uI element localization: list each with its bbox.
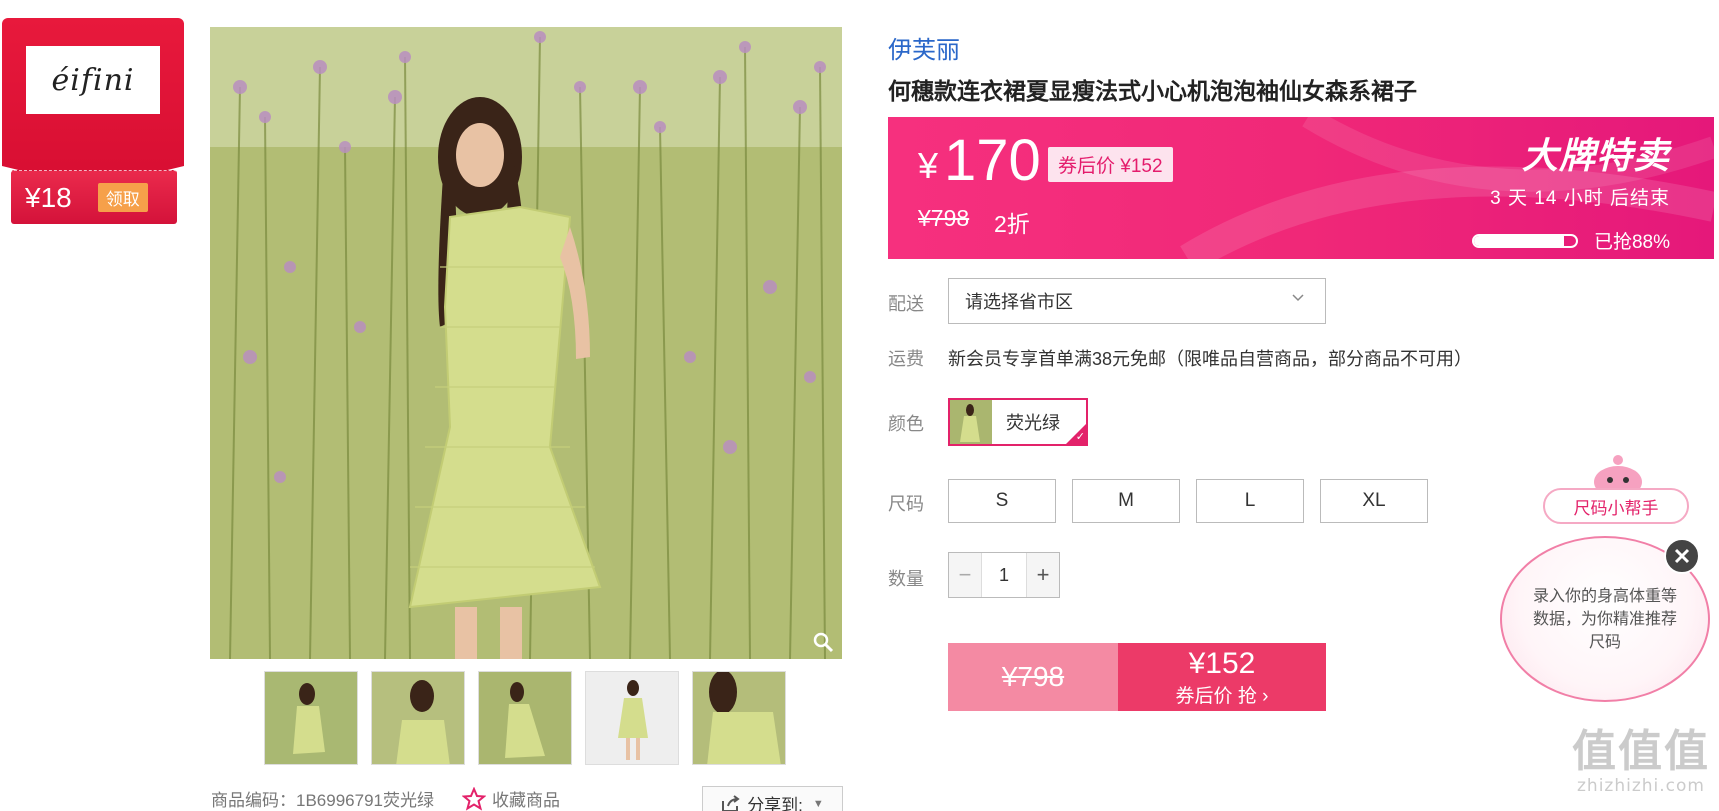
color-label: 颜色 [888, 414, 924, 434]
sku-code: 商品编码：1B6996791荧光绿 [211, 791, 434, 810]
address-placeholder: 请选择省市区 [965, 292, 1073, 312]
thumbnail[interactable] [478, 671, 572, 765]
caret-down-icon: ▼ [812, 797, 824, 810]
color-swatch-image [950, 400, 992, 444]
claim-coupon-button[interactable]: 领取 [97, 183, 148, 212]
thumbnail[interactable] [264, 671, 358, 765]
color-option-selected[interactable]: 荧光绿 ✓ [948, 398, 1088, 446]
main-product-image[interactable] [210, 27, 842, 659]
color-option-label: 荧光绿 [1006, 413, 1060, 433]
favorite-label: 收藏商品 [491, 791, 560, 810]
original-price: ¥798 [918, 205, 970, 231]
zoom-icon[interactable] [812, 631, 834, 653]
size-option-m[interactable]: M [1072, 479, 1180, 523]
yen-symbol: ¥ [918, 145, 939, 186]
coupon-ticket: ¥18 领取 [11, 170, 177, 224]
size-option-xl[interactable]: XL [1320, 479, 1428, 523]
thumbnail[interactable] [585, 671, 679, 765]
check-icon: ✓ [1075, 431, 1085, 443]
discount-rate: 2折 [994, 211, 1030, 237]
watermark: 值值值 zhizhizhi.com [1572, 726, 1710, 797]
buy-cta: 券后价 抢 › [1175, 685, 1269, 707]
buy-price: ¥152 [1188, 646, 1256, 680]
buy-now[interactable]: ¥152 券后价 抢 › [1118, 643, 1326, 711]
product-meta-row: 商品编码：1B6996791荧光绿 收藏商品 分享到: ▼ [211, 785, 843, 811]
brand-logo: éifini [51, 62, 135, 98]
watermark-url: zhizhizhi.com [1577, 776, 1705, 796]
coupon-header: éifini [2, 18, 184, 188]
chevron-down-icon [1292, 294, 1304, 302]
sold-progress: 已抢88% [1471, 227, 1670, 254]
size-options: S M L XL [948, 479, 1428, 523]
thumbnail-strip [264, 671, 786, 765]
sale-countdown: 3 天 14 小时 后结束 [1490, 188, 1670, 209]
brand-logo-box[interactable]: éifini [26, 46, 160, 114]
quantity-decrease-button[interactable]: − [949, 553, 981, 597]
brand-link[interactable]: 伊芙丽 [888, 30, 960, 65]
coupon-amount: ¥18 [25, 181, 72, 213]
quantity-label: 数量 [888, 569, 924, 589]
shipping-fee-label: 运费 [888, 349, 924, 369]
current-price: 170 [944, 128, 1041, 193]
size-label: 尺码 [888, 494, 924, 514]
after-coupon-tag: 券后价 ¥152 [1048, 147, 1173, 182]
star-icon [461, 786, 486, 811]
product-title: 何穗款连衣裙夏显瘦法式小心机泡泡袖仙女森系裙子 [888, 78, 1417, 104]
price-banner: ¥ 170 券后价 ¥152 ¥798 2折 大牌特卖 3 天 14 小时 后结… [888, 117, 1714, 259]
sale-title: 大牌特卖 [1521, 135, 1670, 176]
address-select[interactable]: 请选择省市区 [948, 278, 1326, 324]
thumbnail[interactable] [692, 671, 786, 765]
size-helper-button[interactable]: 尺码小帮手 [1543, 488, 1689, 524]
close-icon[interactable] [1664, 538, 1700, 574]
buy-original-price: ¥798 [948, 643, 1118, 711]
product-photo [210, 27, 842, 659]
share-button[interactable]: 分享到: ▼ [702, 785, 843, 811]
watermark-logo: 值值值 [1572, 726, 1710, 777]
quantity-value[interactable]: 1 [981, 553, 1027, 597]
sold-text: 已抢88% [1593, 232, 1670, 253]
progress-fill [1473, 235, 1564, 246]
size-option-l[interactable]: L [1196, 479, 1304, 523]
share-label: 分享到: [747, 796, 803, 811]
favorite-button[interactable]: 收藏商品 [461, 786, 560, 811]
quantity-increase-button[interactable]: + [1027, 553, 1059, 597]
size-helper-widget: 尺码小帮手 录入你的身高体重等数据，为你精准推荐尺码 [1498, 452, 1716, 704]
buy-button[interactable]: ¥798 ¥152 券后价 抢 › [948, 643, 1326, 711]
delivery-label: 配送 [888, 294, 924, 314]
quantity-stepper: − 1 + [948, 552, 1060, 598]
progress-track [1471, 233, 1578, 248]
brand-coupon: éifini ¥18 领取 [2, 18, 184, 224]
size-option-s[interactable]: S [948, 479, 1056, 523]
share-icon [722, 794, 740, 811]
shipping-fee-text: 新会员专享首单满38元免邮（限唯品自营商品，部分商品不可用） [948, 349, 1473, 369]
thumbnail[interactable] [371, 671, 465, 765]
